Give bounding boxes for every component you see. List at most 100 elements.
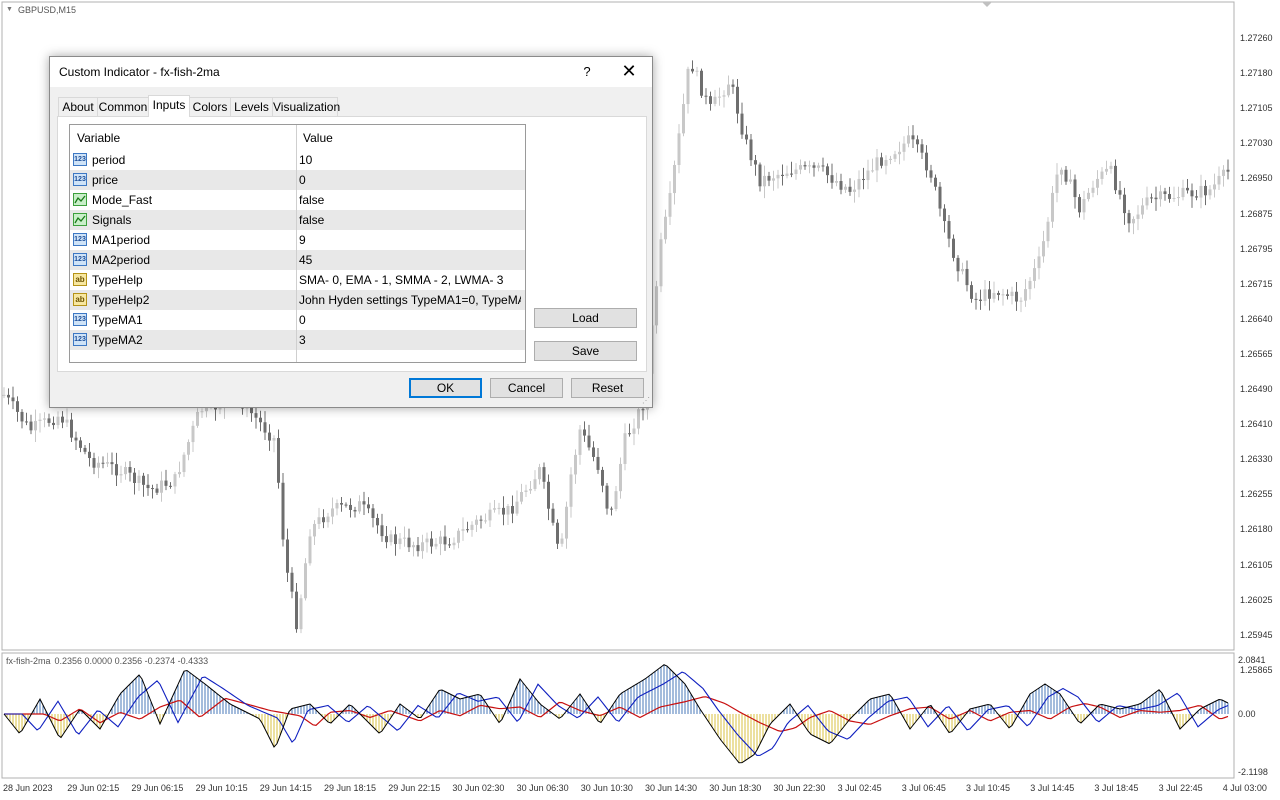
candle-body (2, 394, 6, 396)
candle-body (304, 563, 307, 599)
variable-value[interactable]: 45 (299, 253, 521, 267)
candle-body (790, 173, 793, 175)
grid-row[interactable]: 123 price 0 (70, 170, 525, 190)
time-label: 29 Jun 06:15 (131, 783, 184, 793)
candle-body (259, 417, 262, 423)
candle-body (538, 467, 541, 480)
candle-body (745, 134, 748, 140)
string-icon: ab (73, 293, 87, 306)
candle-body (569, 474, 573, 507)
tab-levels[interactable]: Levels (230, 97, 273, 116)
candle-body (1001, 294, 1005, 296)
header-variable[interactable]: Variable (77, 131, 120, 145)
chart-collapse-icon[interactable]: ▼ (6, 6, 13, 13)
variable-value[interactable]: 10 (299, 153, 521, 167)
close-button[interactable]: ✕ (616, 60, 642, 84)
inputs-grid[interactable]: Variable Value 123 period 10 123 price 0 Mode_… (69, 124, 526, 363)
candle-body (817, 165, 820, 168)
reset-button[interactable]: Reset (571, 378, 644, 398)
candle-body (160, 480, 163, 493)
tab-common[interactable]: Common (97, 97, 149, 116)
price-label: 1.26255 (1240, 489, 1273, 500)
candle-body (610, 508, 613, 510)
variable-name: TypeMA2 (92, 333, 143, 347)
column-separator[interactable] (296, 125, 297, 362)
variable-value[interactable]: false (299, 213, 521, 227)
cancel-button[interactable]: Cancel (490, 378, 563, 398)
candle-body (803, 165, 807, 167)
candle-body (1132, 218, 1135, 224)
header-value[interactable]: Value (303, 131, 333, 145)
time-label: 3 Jul 14:45 (1030, 783, 1075, 793)
grid-row[interactable]: Signals false (70, 210, 525, 230)
grid-row[interactable]: 123 TypeMA1 0 (70, 310, 525, 330)
time-label: 3 Jul 02:45 (837, 783, 882, 793)
save-button[interactable]: Save (534, 341, 637, 361)
variable-value[interactable]: 9 (299, 233, 521, 247)
candle-body (151, 488, 154, 490)
variable-value[interactable]: SMA- 0, EMA - 1, SMMA - 2, LWMA- 3 (299, 273, 521, 287)
variable-value[interactable]: false (299, 193, 521, 207)
shift-marker-icon[interactable] (982, 2, 992, 7)
grid-row[interactable]: ab TypeHelp2 John Hyden settings TypeMA1=0… (70, 290, 525, 310)
candle-body (88, 451, 91, 459)
help-button[interactable]: ? (575, 60, 599, 84)
price-label: 1.27260 (1240, 33, 1273, 43)
candle-body (353, 509, 357, 512)
price-label: 1.26795 (1240, 243, 1273, 254)
candle-body (20, 411, 24, 422)
candle-body (119, 474, 123, 476)
time-label: 30 Jun 02:30 (452, 783, 505, 793)
candle-body (362, 501, 366, 505)
indicator-scale-label: 0.00 (1238, 709, 1256, 719)
candle-body (326, 516, 330, 523)
candle-body (56, 416, 60, 426)
grid-row[interactable]: 123 MA1period 9 (70, 230, 525, 250)
candle-body (911, 135, 915, 140)
variable-value[interactable]: 0 (299, 313, 521, 327)
variable-value[interactable]: John Hyden settings TypeMA1=0, TypeMA... (299, 293, 521, 307)
resize-grip-icon[interactable]: ⋰ (642, 397, 650, 405)
candle-body (889, 158, 892, 161)
candle-body (749, 139, 753, 161)
candle-body (839, 181, 843, 190)
grid-row[interactable]: Mode_Fast false (70, 190, 525, 210)
variable-name: TypeMA1 (92, 313, 143, 327)
tab-about[interactable]: About (58, 97, 98, 116)
indicator-scale-label: 2.0841 (1238, 655, 1266, 665)
candle-body (938, 186, 942, 209)
dialog-titlebar[interactable]: Custom Indicator - fx-fish-2ma ? ✕ (50, 57, 652, 87)
ok-button[interactable]: OK (409, 378, 482, 398)
variable-value[interactable]: 0 (299, 173, 521, 187)
load-button[interactable]: Load (534, 308, 637, 328)
tab-colors[interactable]: Colors (189, 97, 231, 116)
grid-row[interactable]: 123 period 10 (70, 150, 525, 170)
candle-body (128, 467, 132, 473)
grid-row[interactable]: 123 TypeMA2 3 (70, 330, 525, 350)
candle-body (470, 524, 474, 530)
candle-body (1096, 178, 1099, 188)
candle-body (880, 157, 883, 166)
candle-body (713, 96, 717, 104)
candle-body (484, 520, 487, 522)
grid-header: Variable Value (70, 125, 525, 149)
candle-body (466, 529, 469, 531)
variable-value[interactable]: 3 (299, 333, 521, 347)
candle-body (1105, 168, 1108, 172)
candle-body (1177, 197, 1180, 199)
candle-body (493, 508, 496, 510)
variable-name: MA2period (92, 253, 151, 267)
grid-row[interactable]: 123 MA2period 45 (70, 250, 525, 270)
candle-body (844, 186, 847, 190)
candle-body (74, 437, 78, 441)
grid-row[interactable]: ab TypeHelp SMA- 0, EMA - 1, SMMA - 2, LWM… (70, 270, 525, 290)
candle-body (574, 454, 577, 475)
tab-visualization[interactable]: Visualization (272, 97, 340, 116)
candle-body (1199, 185, 1203, 198)
tab-inputs[interactable]: Inputs (148, 95, 190, 117)
candle-body (619, 463, 622, 492)
candle-body (943, 208, 946, 222)
boolean-icon (73, 193, 87, 206)
candle-body (956, 257, 960, 272)
candle-body (934, 177, 937, 187)
